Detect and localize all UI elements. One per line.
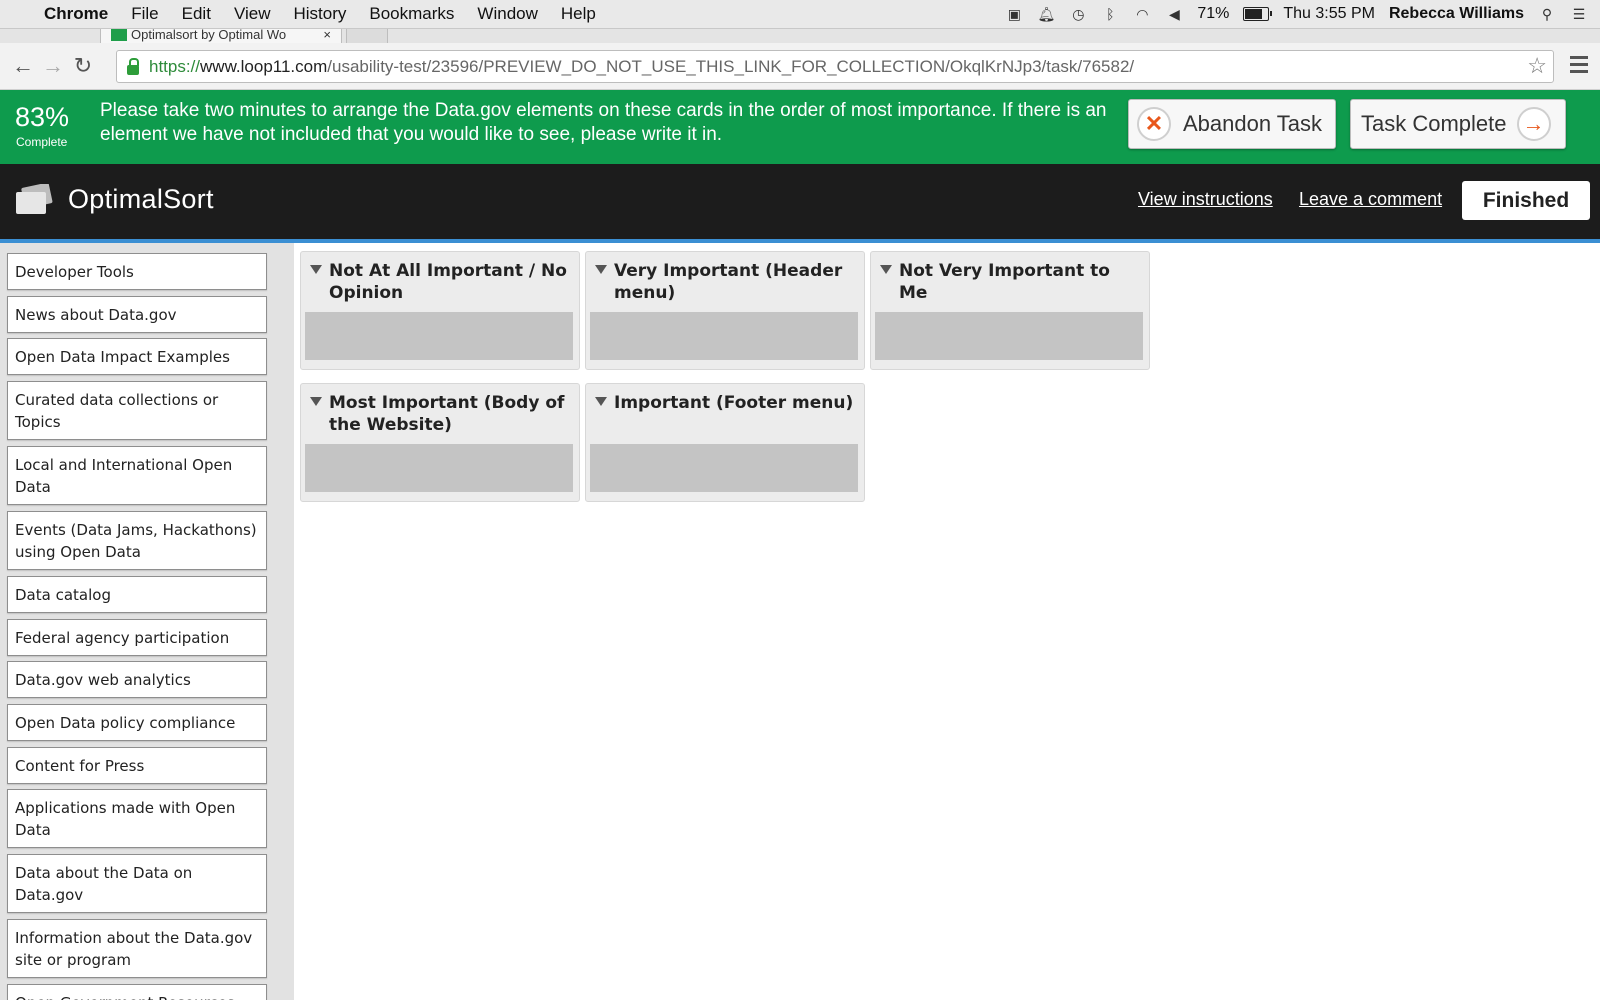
- bookmark-star-icon[interactable]: ☆: [1527, 53, 1547, 79]
- menu-window[interactable]: Window: [477, 4, 537, 24]
- reload-icon[interactable]: ↻: [68, 53, 98, 79]
- card-news-about-data-gov[interactable]: News about Data.gov: [7, 296, 267, 333]
- drop-zone[interactable]: [590, 312, 858, 360]
- card-federal-agency-participation[interactable]: Federal agency participation: [7, 619, 267, 656]
- menu-file[interactable]: File: [131, 4, 158, 24]
- card-applications-open-data[interactable]: Applications made with Open Data: [7, 789, 267, 848]
- group-title: Important (Footer menu): [614, 393, 854, 413]
- task-instructions: Please take two minutes to arrange the D…: [100, 100, 1107, 145]
- forward-arrow-icon[interactable]: →: [38, 53, 68, 79]
- card-data-gov-web-analytics[interactable]: Data.gov web analytics: [7, 661, 267, 698]
- url-host: www.loop11.com: [200, 56, 328, 76]
- abandon-task-button[interactable]: ✕ Abandon Task: [1128, 99, 1336, 149]
- group-not-very-important[interactable]: Not Very Important to Me: [870, 251, 1150, 370]
- collapse-triangle-icon[interactable]: [310, 265, 322, 274]
- wifi-icon[interactable]: ◠: [1133, 5, 1151, 23]
- clock[interactable]: Thu 3:55 PM: [1283, 5, 1375, 23]
- volume-icon[interactable]: ◀: [1165, 5, 1183, 23]
- extension-icon[interactable]: ▣: [1005, 5, 1023, 23]
- card-content-for-press[interactable]: Content for Press: [7, 747, 267, 784]
- group-title: Not Very Important to Me: [899, 261, 1110, 303]
- collapse-triangle-icon[interactable]: [310, 397, 322, 406]
- notification-center-icon[interactable]: ☰: [1570, 5, 1588, 23]
- tab-strip: Optimalsort by Optimal Wo ×: [0, 29, 1600, 43]
- menu-history[interactable]: History: [293, 4, 346, 24]
- group-very-important-header[interactable]: Very Important (Header menu): [585, 251, 865, 370]
- menu-edit[interactable]: Edit: [182, 4, 211, 24]
- url-scheme: https://: [149, 56, 201, 76]
- time-machine-icon[interactable]: ◷: [1069, 5, 1087, 23]
- card-information-about-data-gov[interactable]: Information about the Data.gov site or p…: [7, 919, 267, 978]
- menu-help[interactable]: Help: [561, 4, 596, 24]
- group-title: Most Important (Body of the Website): [329, 393, 565, 435]
- chrome-menu-icon[interactable]: [1570, 56, 1588, 77]
- card-open-data-policy-compliance[interactable]: Open Data policy compliance: [7, 704, 267, 741]
- menu-app-name[interactable]: Chrome: [44, 4, 108, 24]
- bluetooth-icon[interactable]: ᛒ: [1101, 5, 1119, 23]
- card-developer-tools[interactable]: Developer Tools: [7, 253, 267, 290]
- optimalsort-header: OptimalSort View instructions Leave a co…: [0, 164, 1600, 243]
- card-data-about-the-data[interactable]: Data about the Data on Data.gov: [7, 854, 267, 913]
- cards-panel: Developer Tools News about Data.gov Open…: [0, 243, 294, 1000]
- collapse-triangle-icon[interactable]: [595, 397, 607, 406]
- battery-percent: 71%: [1197, 5, 1230, 22]
- tab-title: Optimalsort by Optimal Wo: [131, 29, 287, 42]
- optimalsort-logo-icon: [16, 184, 53, 214]
- menu-bar: Chrome File Edit View History Bookmarks …: [0, 0, 1600, 29]
- battery-icon[interactable]: [1243, 7, 1273, 21]
- collapse-triangle-icon[interactable]: [595, 265, 607, 274]
- arrow-right-icon: →: [1516, 107, 1551, 141]
- tab-close-icon[interactable]: ×: [323, 29, 331, 42]
- lock-icon: [127, 57, 139, 75]
- url-path: /usability-test/23596/PREVIEW_DO_NOT_USE…: [327, 56, 1135, 76]
- menu-view[interactable]: View: [234, 4, 271, 24]
- spotlight-search-icon[interactable]: ⚲: [1538, 5, 1556, 23]
- browser-toolbar: ← → ↻ https:// www.loop11.com /usability…: [0, 43, 1600, 90]
- card-curated-data-collections[interactable]: Curated data collections or Topics: [7, 381, 267, 440]
- progress-label: Complete: [16, 135, 68, 149]
- card-open-government-resources[interactable]: Open Government Resources: [7, 984, 267, 1000]
- browser-tab[interactable]: Optimalsort by Optimal Wo ×: [100, 29, 342, 43]
- task-complete-button[interactable]: Task Complete →: [1350, 99, 1566, 149]
- drop-zone[interactable]: [305, 444, 573, 492]
- card-data-catalog[interactable]: Data catalog: [7, 576, 267, 613]
- card-open-data-impact-examples[interactable]: Open Data Impact Examples: [7, 338, 267, 375]
- finished-button[interactable]: Finished: [1462, 181, 1590, 220]
- group-not-at-all-important[interactable]: Not At All Important / No Opinion: [300, 251, 580, 370]
- group-most-important-body[interactable]: Most Important (Body of the Website): [300, 383, 580, 502]
- drop-zone[interactable]: [305, 312, 573, 360]
- status-area: ▣ 🔔︎ ◷ ᛒ ◠ ◀ 71% Thu 3:55 PM Rebecca Wil…: [1005, 0, 1588, 28]
- optimalsort-logo: OptimalSort: [68, 184, 214, 214]
- progress-percent: 83%: [15, 102, 70, 132]
- new-tab-button[interactable]: [346, 29, 388, 43]
- task-bar: 83% Complete Please take two minutes to …: [0, 90, 1600, 164]
- favicon-icon: [111, 29, 127, 41]
- menu-bookmarks[interactable]: Bookmarks: [369, 4, 454, 24]
- user-name[interactable]: Rebecca Williams: [1389, 5, 1524, 23]
- card-local-international-open-data[interactable]: Local and International Open Data: [7, 446, 267, 505]
- group-title: Very Important (Header menu): [614, 261, 843, 303]
- notification-bell-icon[interactable]: 🔔︎: [1037, 5, 1055, 23]
- collapse-triangle-icon[interactable]: [880, 265, 892, 274]
- drop-zone[interactable]: [590, 444, 858, 492]
- back-arrow-icon[interactable]: ←: [8, 53, 38, 79]
- address-bar[interactable]: https:// www.loop11.com /usability-test/…: [116, 50, 1554, 83]
- view-instructions-link[interactable]: View instructions: [1138, 189, 1273, 210]
- drop-zone[interactable]: [875, 312, 1143, 360]
- leave-comment-link[interactable]: Leave a comment: [1299, 189, 1442, 210]
- card-events-data-jams[interactable]: Events (Data Jams, Hackathons) using Ope…: [7, 511, 267, 570]
- close-icon: ✕: [1137, 107, 1171, 141]
- group-title: Not At All Important / No Opinion: [329, 261, 567, 303]
- abandon-task-label: Abandon Task: [1183, 111, 1323, 136]
- group-important-footer[interactable]: Important (Footer menu): [585, 383, 865, 502]
- task-complete-label: Task Complete: [1361, 111, 1507, 136]
